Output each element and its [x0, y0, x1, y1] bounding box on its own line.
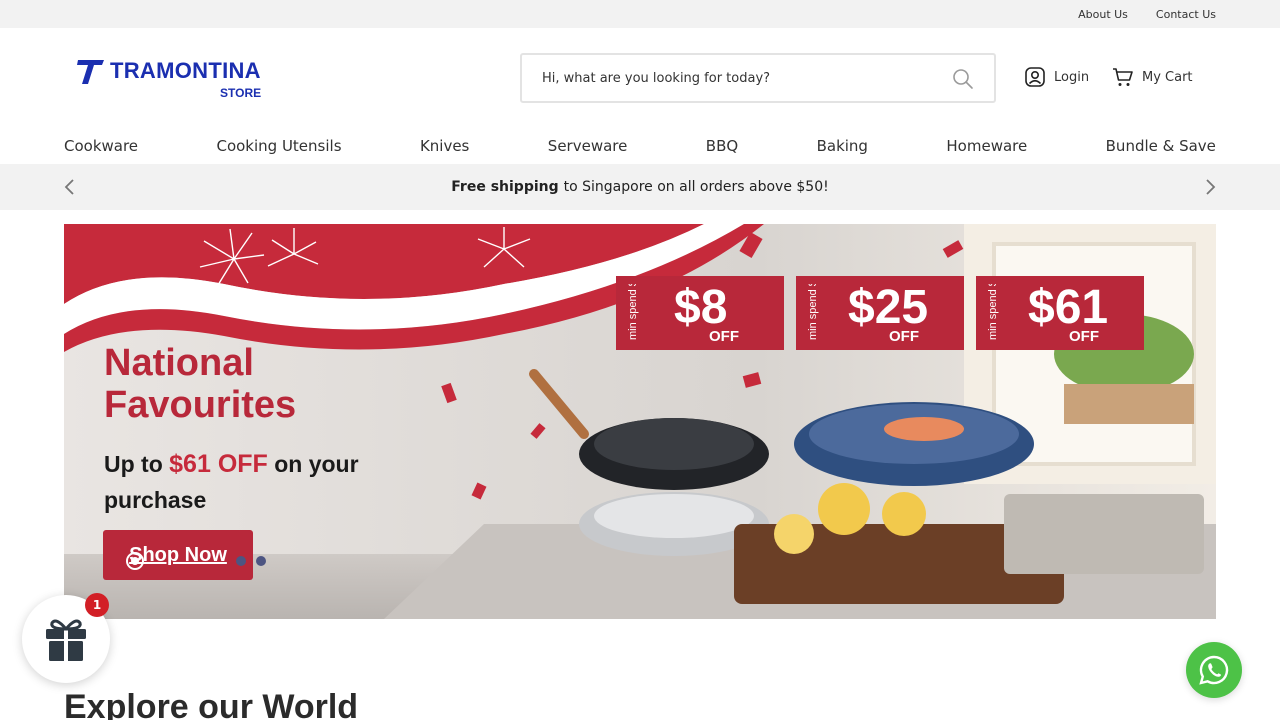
section-title: Explore our World	[64, 688, 359, 720]
cart-label: My Cart	[1142, 69, 1193, 85]
carousel-dots	[126, 552, 266, 570]
carousel-dot-1[interactable]	[126, 552, 144, 570]
gift-icon	[46, 619, 86, 661]
banner-headline: National Favourites	[104, 342, 296, 426]
nav-item-serveware[interactable]: Serveware	[548, 137, 628, 155]
cart-button[interactable]: My Cart	[1112, 66, 1193, 88]
nav-item-homeware[interactable]: Homeware	[946, 137, 1027, 155]
whatsapp-chat-button[interactable]	[1186, 642, 1242, 698]
coupon-1-off: OFF	[709, 328, 739, 345]
promo-bold-text: Free shipping	[451, 179, 559, 195]
search-icon[interactable]	[952, 68, 974, 90]
coupon-2-off: OFF	[889, 328, 919, 345]
nav-item-cookware[interactable]: Cookware	[64, 137, 138, 155]
cart-icon	[1113, 68, 1133, 86]
logo-brand-text: TRAMONTINA	[110, 58, 261, 83]
main-nav: Cookware Cooking Utensils Knives Servewa…	[0, 128, 1280, 164]
gift-count-badge: 1	[85, 593, 109, 617]
promo-text: to Singapore on all orders above $50!	[563, 179, 829, 195]
whatsapp-icon	[1199, 655, 1229, 685]
coupon-3-off: OFF	[1069, 328, 1099, 345]
about-us-link[interactable]: About Us	[1078, 8, 1128, 21]
nav-item-baking[interactable]: Baking	[817, 137, 868, 155]
utility-bar: About Us Contact Us	[0, 0, 1280, 28]
login-button[interactable]: Login	[1024, 66, 1089, 88]
logo-store-text: STORE	[220, 86, 262, 100]
chevron-left-icon[interactable]	[60, 177, 80, 197]
search-input[interactable]	[542, 67, 942, 89]
user-icon	[1025, 67, 1045, 87]
nav-item-bbq[interactable]: BBQ	[706, 137, 738, 155]
nav-item-cooking-utensils[interactable]: Cooking Utensils	[216, 137, 341, 155]
coupon-3: min spend $450 $61 OFF	[976, 276, 1144, 350]
banner-headline-line-2: Favourites	[104, 384, 297, 426]
chevron-right-icon[interactable]	[1200, 177, 1220, 197]
carousel-dot-2[interactable]	[236, 556, 246, 566]
carousel-dot-3[interactable]	[256, 556, 266, 566]
banner-sub-highlight: $61 OFF	[169, 450, 268, 478]
banner-headline-line-1: National	[104, 342, 254, 384]
nav-item-bundle-save[interactable]: Bundle & Save	[1106, 137, 1216, 155]
promo-bar: Free shipping to Singapore on all orders…	[0, 164, 1280, 210]
gift-widget-button[interactable]: 1	[22, 593, 110, 683]
tramontina-logo-mark-icon	[77, 60, 104, 84]
banner-sub-start: Up to	[104, 451, 163, 477]
login-label: Login	[1054, 69, 1090, 85]
search-box	[520, 53, 996, 103]
coupon-2: min spend $250 $25 OFF	[796, 276, 964, 350]
banner-subline: Up to $61 OFF on your purchase	[104, 446, 424, 518]
site-header: TRAMONTINA STORE Login My Cart	[0, 28, 1280, 128]
contact-us-link[interactable]: Contact Us	[1156, 8, 1216, 21]
tramontina-logo[interactable]: TRAMONTINA STORE	[76, 56, 276, 106]
nav-item-knives[interactable]: Knives	[420, 137, 469, 155]
coupon-1: min spend $100 $8 OFF	[616, 276, 784, 350]
